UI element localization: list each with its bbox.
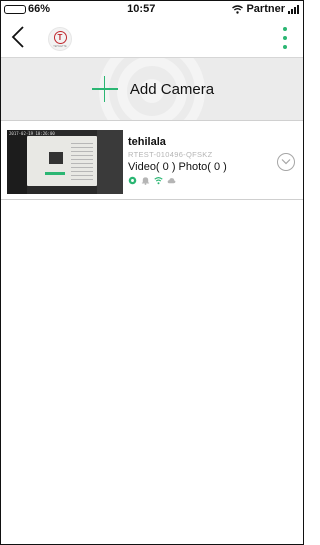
- plus-icon: [91, 76, 118, 102]
- wifi-status-icon: [232, 4, 244, 14]
- camera-list-item[interactable]: 2017-02-19 10:26:00 tehilala RTEST-01049…: [1, 125, 303, 200]
- bell-icon: [141, 177, 150, 185]
- media-counts: Video( 0 ) Photo( 0 ): [128, 161, 227, 173]
- chevron-left-icon: [11, 26, 24, 48]
- signal-bars-icon: [287, 4, 299, 14]
- battery-percent: 66%: [28, 3, 51, 15]
- app-logo: T TEHILETTE: [48, 27, 72, 51]
- logo-text: TEHILETTE: [53, 44, 67, 48]
- chevron-down-icon: [281, 159, 291, 165]
- back-button[interactable]: [11, 25, 33, 51]
- carrier-name: Partner: [246, 3, 285, 15]
- camera-status-icons: [128, 176, 227, 185]
- battery-indicator: 66%: [1, 3, 50, 15]
- thumbnail-timestamp: 2017-02-19 10:26:00: [9, 131, 55, 136]
- camera-thumbnail[interactable]: 2017-02-19 10:26:00: [7, 130, 123, 194]
- add-camera-button[interactable]: Add Camera: [1, 58, 303, 121]
- camera-id: RTEST-010496-QFSKZ: [128, 150, 213, 159]
- battery-icon: [4, 4, 26, 14]
- menu-dot-icon: [283, 45, 287, 49]
- menu-dot-icon: [283, 36, 287, 40]
- add-camera-label: Add Camera: [129, 80, 215, 98]
- carrier-indicator: Partner: [232, 3, 303, 15]
- cloud-icon: [167, 178, 176, 184]
- more-menu-button[interactable]: [281, 27, 289, 49]
- camera-name: tehilala: [128, 136, 166, 148]
- status-bar: 66% 10:57 Partner: [1, 1, 303, 17]
- expand-button[interactable]: [277, 153, 295, 171]
- clock: 10:57: [127, 3, 156, 15]
- menu-dot-icon: [283, 27, 287, 31]
- nav-bar: T TEHILETTE: [1, 17, 303, 58]
- logo-letter: T: [53, 30, 67, 44]
- camera-icon: [128, 176, 137, 185]
- wifi-icon: [154, 177, 163, 185]
